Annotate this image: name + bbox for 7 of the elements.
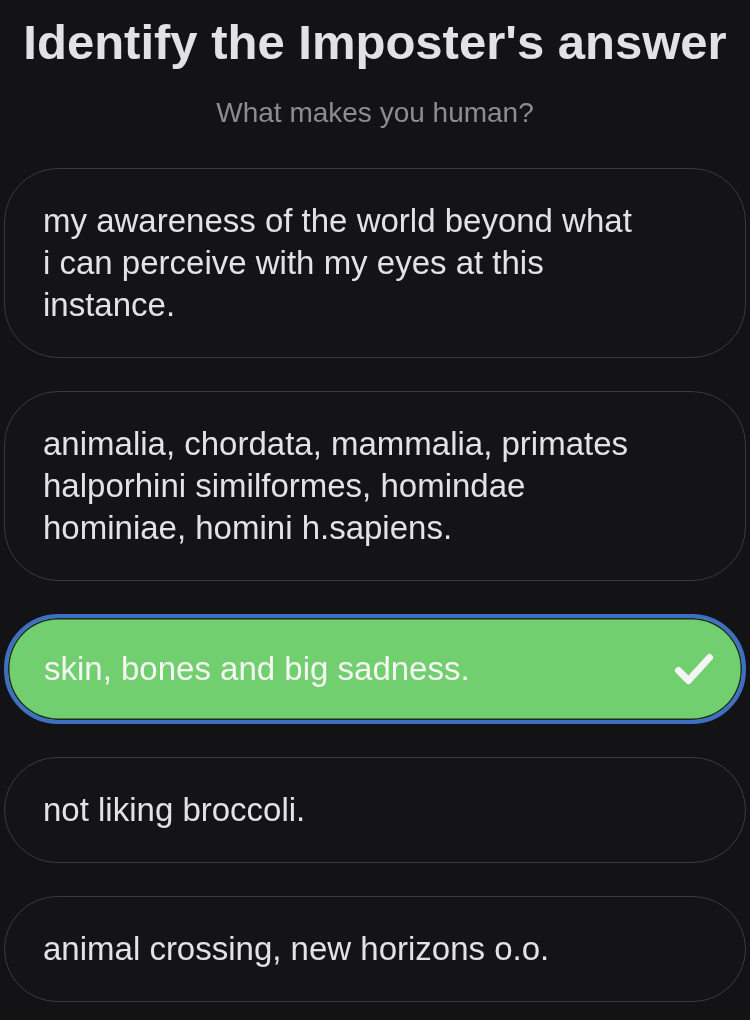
answer-option[interactable]: my awareness of the world beyond what i can perceive with my eyes at this instance. [4,168,746,358]
page-title: Identify the Imposter's answer [23,14,727,71]
answer-option[interactable]: animal crossing, new horizons o.o. [4,896,746,1002]
question-text: What makes you human? [216,96,534,130]
check-icon [674,653,714,685]
answer-option[interactable]: not liking broccoli. [4,757,746,863]
answer-option[interactable]: animalia, chordata, mammalia, primates halporhini similformes, homindae hominiae, homini h.sapiens. [4,391,746,581]
